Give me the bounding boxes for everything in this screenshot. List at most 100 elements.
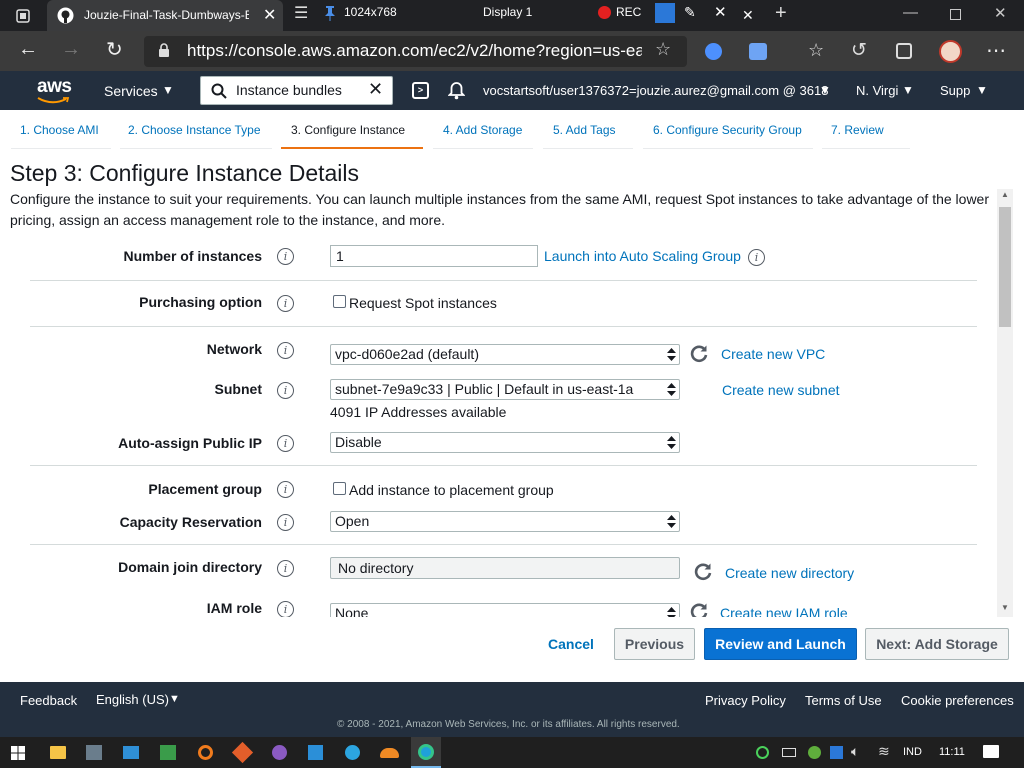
domain-select[interactable]: No directory	[330, 557, 680, 579]
info-icon[interactable]: i	[277, 560, 294, 577]
step-add-tags[interactable]: 5. Add Tags	[543, 123, 633, 149]
favorites-icon[interactable]: ☆	[808, 40, 824, 61]
cancel-button[interactable]: Cancel	[548, 636, 594, 652]
step-choose-instance-type[interactable]: 2. Choose Instance Type	[120, 123, 272, 149]
screenshot-icon[interactable]	[655, 3, 675, 23]
privacy-link[interactable]: Privacy Policy	[705, 693, 786, 708]
step-add-storage[interactable]: 4. Add Storage	[433, 123, 533, 149]
tray-volume-icon[interactable]: 🔈︎	[851, 743, 859, 760]
app-icon[interactable]	[86, 745, 102, 760]
tray-status-icon[interactable]	[756, 746, 769, 759]
step-configure-security-group[interactable]: 6. Configure Security Group	[643, 123, 813, 149]
instances-input[interactable]: 1	[330, 245, 538, 267]
edge-browser-icon[interactable]	[411, 737, 441, 768]
cloudshell-icon[interactable]: >	[412, 82, 429, 99]
history-icon[interactable]: ↺	[851, 39, 867, 62]
cookies-link[interactable]: Cookie preferences	[901, 693, 1014, 708]
scroll-up-icon[interactable]: ▲	[1001, 190, 1009, 199]
menu-icon[interactable]: ☰	[294, 3, 308, 23]
close-overlay-icon[interactable]: ✕	[714, 3, 727, 21]
vscode-icon[interactable]	[308, 745, 323, 760]
launch-asg-link[interactable]: Launch into Auto Scaling Group	[544, 248, 741, 264]
cloud-app-icon[interactable]	[380, 748, 399, 758]
review-launch-button[interactable]: Review and Launch	[704, 628, 857, 660]
public-ip-select[interactable]: Disable	[330, 432, 680, 453]
content-scrollbar[interactable]: ▲ ▼	[997, 189, 1013, 617]
action-center-icon[interactable]	[983, 745, 999, 758]
window-close-icon[interactable]: ✕	[994, 4, 1007, 22]
new-tab-icon[interactable]: +	[775, 2, 787, 25]
clock[interactable]: 11:11	[939, 746, 965, 758]
extension-icon[interactable]	[705, 43, 722, 60]
more-menu-icon[interactable]: ⋯	[986, 38, 1006, 63]
pen-icon[interactable]: ✎	[684, 4, 696, 21]
tab-close-icon[interactable]: ✕	[263, 5, 276, 25]
info-icon[interactable]: i	[277, 248, 294, 265]
iam-select[interactable]: None	[330, 603, 680, 618]
create-subnet-link[interactable]: Create new subnet	[722, 382, 840, 398]
notifications-bell-icon[interactable]	[448, 81, 465, 100]
next-add-storage-button[interactable]: Next: Add Storage	[865, 628, 1009, 660]
capacity-select[interactable]: Open	[330, 511, 680, 532]
profile-avatar[interactable]	[939, 40, 962, 63]
screencast-icon[interactable]	[749, 43, 767, 60]
support-menu[interactable]: Supp	[940, 83, 970, 98]
info-icon[interactable]: i	[277, 435, 294, 452]
tray-app-icon[interactable]	[808, 746, 821, 759]
telegram-icon[interactable]	[345, 745, 360, 760]
search-clear-icon[interactable]: ✕	[368, 79, 383, 100]
refresh-icon[interactable]: ↻	[106, 37, 123, 62]
lock-icon[interactable]	[158, 43, 170, 58]
restore-icon[interactable]	[950, 9, 961, 20]
minimize-icon[interactable]: —	[903, 4, 918, 21]
spot-checkbox[interactable]	[333, 295, 346, 308]
info-icon[interactable]: i	[277, 514, 294, 531]
github-desktop-icon[interactable]	[272, 745, 287, 760]
console-search-input[interactable]: Instance bundles ✕	[200, 76, 393, 105]
browser-tab-active[interactable]: Jouzie-Final-Task-Dumbways-Ba ✕	[47, 0, 283, 31]
create-vpc-link[interactable]: Create new VPC	[721, 346, 825, 362]
git-icon[interactable]	[231, 741, 254, 764]
terms-link[interactable]: Terms of Use	[805, 693, 882, 708]
scrollbar-thumb[interactable]	[999, 207, 1011, 327]
feedback-link[interactable]: Feedback	[20, 693, 77, 708]
app-icon[interactable]	[198, 745, 213, 760]
info-icon[interactable]: i	[277, 481, 294, 498]
rec-label[interactable]: REC	[616, 5, 641, 19]
refresh-directory-icon[interactable]	[694, 562, 713, 581]
language-menu[interactable]: English (US)	[96, 692, 169, 707]
placement-checkbox[interactable]	[333, 482, 346, 495]
services-menu[interactable]: Services	[104, 83, 158, 99]
tab-actions-icon[interactable]	[15, 8, 31, 24]
tray-wifi-icon[interactable]: ≋	[878, 743, 890, 760]
create-directory-link[interactable]: Create new directory	[725, 565, 854, 581]
file-explorer-icon[interactable]	[50, 746, 66, 759]
windows-start-icon[interactable]	[11, 746, 25, 760]
step-choose-ami[interactable]: 1. Choose AMI	[11, 123, 111, 149]
tray-battery-icon[interactable]	[782, 748, 796, 757]
scroll-down-icon[interactable]: ▼	[1001, 603, 1009, 612]
language-indicator[interactable]: IND	[903, 746, 922, 758]
pin-icon[interactable]	[324, 5, 336, 21]
info-icon[interactable]: i	[748, 249, 765, 266]
step-review[interactable]: 7. Review	[822, 123, 910, 149]
aws-logo[interactable]: aws	[37, 76, 72, 98]
step-configure-instance[interactable]: 3. Configure Instance	[281, 123, 423, 149]
info-icon[interactable]: i	[277, 601, 294, 618]
tray-app-icon[interactable]	[830, 746, 843, 759]
refresh-iam-icon[interactable]	[690, 602, 709, 618]
favorite-star-icon[interactable]: ☆	[655, 39, 671, 60]
forward-icon[interactable]: →	[61, 38, 81, 61]
subnet-select[interactable]: subnet-7e9a9c33 | Public | Default in us…	[330, 379, 680, 400]
collections-icon[interactable]	[896, 43, 912, 59]
app-icon[interactable]	[160, 745, 176, 760]
tab2-close-icon[interactable]: ✕	[742, 7, 754, 24]
address-bar[interactable]: https://console.aws.amazon.com/ec2/v2/ho…	[144, 36, 687, 67]
info-icon[interactable]: i	[277, 342, 294, 359]
app-icon[interactable]	[123, 746, 139, 759]
back-icon[interactable]: ←	[18, 38, 38, 61]
previous-button[interactable]: Previous	[614, 628, 695, 660]
info-icon[interactable]: i	[277, 295, 294, 312]
network-select[interactable]: vpc-d060e2ad (default)	[330, 344, 680, 365]
region-menu[interactable]: N. Virgi	[856, 83, 898, 98]
